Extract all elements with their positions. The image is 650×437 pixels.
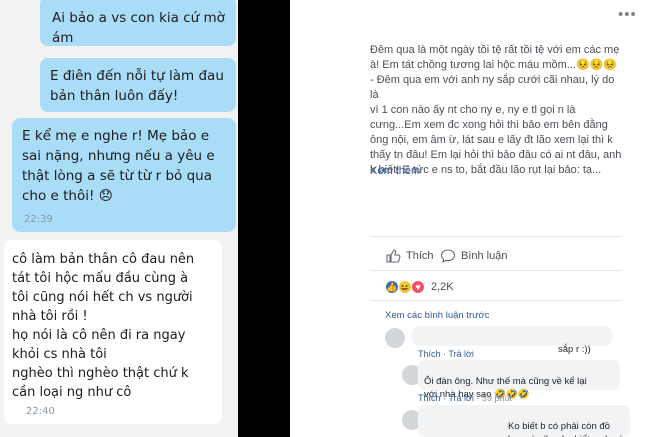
divider-line bbox=[370, 300, 622, 301]
comment-label: Bình luận bbox=[461, 250, 508, 262]
view-previous-comments-link[interactable]: Xem các bình luận trước bbox=[385, 310, 489, 321]
chat-message-time: 22:40 bbox=[26, 406, 55, 417]
chat-message-text: cô làm bản thân cô đau nên tát tôi hộc m… bbox=[12, 252, 195, 400]
comment-button[interactable]: Bình luận bbox=[440, 248, 507, 264]
comment-actions: Thích · Trả lời bbox=[418, 349, 474, 359]
like-reaction-icon: 👍 bbox=[385, 280, 399, 294]
like-button[interactable]: Thích bbox=[385, 248, 434, 264]
divider-line bbox=[370, 270, 622, 271]
chat-message-received: cô làm bản thân cô đau nên tát tôi hộc m… bbox=[4, 240, 222, 424]
comment-like-link[interactable]: Thích bbox=[418, 349, 441, 359]
comment-time: 59 phút bbox=[481, 393, 512, 403]
chat-screenshot: Ai bảo a vs con kia cứ mờ ám E điên đến … bbox=[0, 0, 238, 437]
comment-reply-link[interactable]: Trả lời bbox=[448, 393, 474, 403]
post-header bbox=[290, 0, 650, 30]
reactions-summary[interactable]: 👍 😆 ♥ 2,2K bbox=[385, 280, 454, 294]
comment-bubble: Ko biết b có phải còn đồ ko.. và cũng ko… bbox=[418, 405, 630, 437]
divider-line bbox=[370, 236, 622, 237]
divider-strip bbox=[238, 0, 290, 437]
thumbs-up-icon bbox=[386, 249, 401, 263]
comment-reply-link[interactable]: Trả lời bbox=[448, 349, 474, 359]
haha-reaction-icon: 😆 bbox=[398, 280, 412, 294]
like-label: Thích bbox=[406, 250, 434, 262]
chat-message-text: E kể mẹ e nghe r! Mẹ bảo e sai nặng, như… bbox=[22, 128, 215, 204]
comment-actions: Thích · Trả lời · 59 phút bbox=[418, 393, 512, 403]
chat-message-text: Ai bảo a vs con kia cứ mờ ám bbox=[52, 10, 225, 46]
chat-message-sent: E kể mẹ e nghe r! Mẹ bảo e sai nặng, như… bbox=[12, 118, 236, 232]
chat-message-text: E điên đến nỗi tự làm đau bản thân luôn … bbox=[50, 68, 224, 104]
more-dots-icon[interactable]: ••• bbox=[618, 6, 636, 23]
comment-text: sắp r :)) bbox=[558, 344, 591, 355]
comment-bubble: Ôi đàn ông. Như thế mà cũng về kể lại vớ… bbox=[418, 360, 620, 400]
see-more-link[interactable]: Xem thêm bbox=[370, 165, 420, 177]
comment-like-link[interactable]: Thích bbox=[418, 393, 441, 403]
post-body-text: Đêm qua là một ngày tồi tệ rất tồi tệ vớ… bbox=[370, 44, 622, 176]
chat-message-time: 22:39 bbox=[24, 214, 53, 225]
comment-bubble: sắp r :)) bbox=[412, 326, 612, 355]
speech-bubble-icon bbox=[440, 249, 456, 264]
chat-message-sent: E điên đến nỗi tự làm đau bản thân luôn … bbox=[40, 58, 236, 112]
comment-text: Ko biết b có phải còn đồ ko.. và cũng ko… bbox=[508, 421, 623, 437]
chat-message-sent: Ai bảo a vs con kia cứ mờ ám bbox=[40, 0, 236, 46]
avatar[interactable] bbox=[385, 328, 405, 348]
love-reaction-icon: ♥ bbox=[411, 280, 425, 294]
reaction-count: 2,2K bbox=[431, 281, 454, 293]
